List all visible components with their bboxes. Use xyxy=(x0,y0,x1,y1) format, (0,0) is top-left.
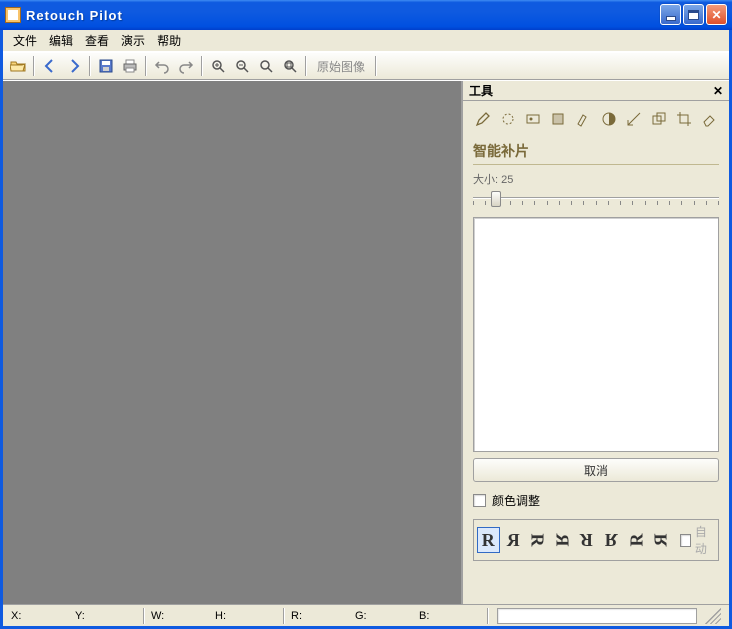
status-y: Y: xyxy=(75,610,137,622)
toolbar-separator xyxy=(33,56,35,76)
tool-icon-row xyxy=(473,109,719,135)
panel-title: 工具 xyxy=(469,82,493,99)
close-button[interactable] xyxy=(706,4,727,25)
panel-body: 智能补片 大小: 25 取消 颜色调整 R xyxy=(463,101,729,571)
section-title: 智能补片 xyxy=(473,141,719,165)
canvas-area[interactable] xyxy=(3,81,461,604)
toolbar-separator xyxy=(89,56,91,76)
status-separator xyxy=(487,608,489,624)
menu-view[interactable]: 查看 xyxy=(79,30,115,51)
status-r: R: xyxy=(291,610,353,622)
patch-tool-icon[interactable] xyxy=(523,109,542,129)
status-input[interactable] xyxy=(497,608,697,624)
resize-tool-icon[interactable] xyxy=(649,109,668,129)
rotate-tool-icon[interactable] xyxy=(624,109,643,129)
print-button[interactable] xyxy=(119,55,141,77)
auto-group: 自动 xyxy=(680,523,715,557)
size-slider[interactable] xyxy=(473,189,719,211)
status-bar: X: Y: W: H: R: G: B: xyxy=(3,604,729,626)
original-image-label[interactable]: 原始图像 xyxy=(311,56,371,77)
back-button[interactable] xyxy=(39,55,61,77)
menu-file[interactable]: 文件 xyxy=(7,30,43,51)
orient-btn-6[interactable]: R xyxy=(623,529,649,552)
toolbar-separator xyxy=(145,56,147,76)
window-title: Retouch Pilot xyxy=(26,8,123,23)
minimize-button[interactable] xyxy=(660,4,681,25)
open-button[interactable] xyxy=(7,55,29,77)
forward-button[interactable] xyxy=(63,55,85,77)
zoom-out-button[interactable] xyxy=(231,55,253,77)
status-separator xyxy=(143,608,145,624)
toolbar-separator xyxy=(201,56,203,76)
title-bar: Retouch Pilot xyxy=(0,0,732,30)
main-toolbar: 原始图像 xyxy=(3,52,729,80)
menu-edit[interactable]: 编辑 xyxy=(43,30,79,51)
resize-grip-icon[interactable] xyxy=(705,608,721,624)
eraser-tool-icon[interactable] xyxy=(700,109,719,129)
status-x: X: xyxy=(11,610,73,622)
window-controls xyxy=(660,4,727,25)
menu-bar: 文件 编辑 查看 演示 帮助 xyxy=(3,30,729,52)
status-w: W: xyxy=(151,610,213,622)
scratch-tool-icon[interactable] xyxy=(498,109,517,129)
menu-help[interactable]: 帮助 xyxy=(151,30,187,51)
status-b: B: xyxy=(419,610,481,622)
stamp-tool-icon[interactable] xyxy=(549,109,568,129)
toolbar-separator xyxy=(305,56,307,76)
color-adjust-row: 颜色调整 xyxy=(473,488,719,513)
redo-button[interactable] xyxy=(175,55,197,77)
orient-btn-1[interactable]: R xyxy=(502,527,525,553)
panel-close-icon[interactable]: ✕ xyxy=(713,84,723,98)
zoom-actual-button[interactable] xyxy=(279,55,301,77)
auto-checkbox[interactable] xyxy=(680,534,691,547)
size-label: 大小: 25 xyxy=(473,171,719,187)
orient-btn-4[interactable]: R xyxy=(575,527,598,553)
main-area: 工具 ✕ 智能补片 大小: 25 xyxy=(3,80,729,604)
color-adjust-label: 颜色调整 xyxy=(492,492,540,509)
slider-thumb[interactable] xyxy=(491,191,501,207)
panel-header: 工具 ✕ xyxy=(463,81,729,101)
status-g: G: xyxy=(355,610,417,622)
contrast-tool-icon[interactable] xyxy=(599,109,618,129)
menu-demo[interactable]: 演示 xyxy=(115,30,151,51)
orient-btn-0[interactable]: R xyxy=(477,527,500,553)
tools-panel: 工具 ✕ 智能补片 大小: 25 xyxy=(461,81,729,604)
brush-tool-icon[interactable] xyxy=(574,109,593,129)
size-slider-row: 大小: 25 xyxy=(473,171,719,211)
maximize-button[interactable] xyxy=(683,4,704,25)
save-button[interactable] xyxy=(95,55,117,77)
status-h: H: xyxy=(215,610,277,622)
zoom-in-button[interactable] xyxy=(207,55,229,77)
auto-label: 自动 xyxy=(695,523,715,557)
color-adjust-checkbox[interactable] xyxy=(473,494,486,507)
cancel-button[interactable]: 取消 xyxy=(473,458,719,482)
orient-btn-3[interactable]: R xyxy=(549,529,575,552)
toolbar-separator xyxy=(375,56,377,76)
zoom-fit-button[interactable] xyxy=(255,55,277,77)
undo-button[interactable] xyxy=(151,55,173,77)
pencil-tool-icon[interactable] xyxy=(473,109,492,129)
preview-box xyxy=(473,217,719,452)
window-frame: 文件 编辑 查看 演示 帮助 xyxy=(0,30,732,629)
crop-tool-icon[interactable] xyxy=(675,109,694,129)
app-icon xyxy=(5,7,21,23)
orientation-row: R R R R R R R R 自动 xyxy=(473,519,719,561)
status-separator xyxy=(283,608,285,624)
orient-btn-2[interactable]: R xyxy=(524,529,550,552)
orient-btn-5[interactable]: R xyxy=(600,527,623,553)
orient-btn-7[interactable]: R xyxy=(647,529,673,552)
